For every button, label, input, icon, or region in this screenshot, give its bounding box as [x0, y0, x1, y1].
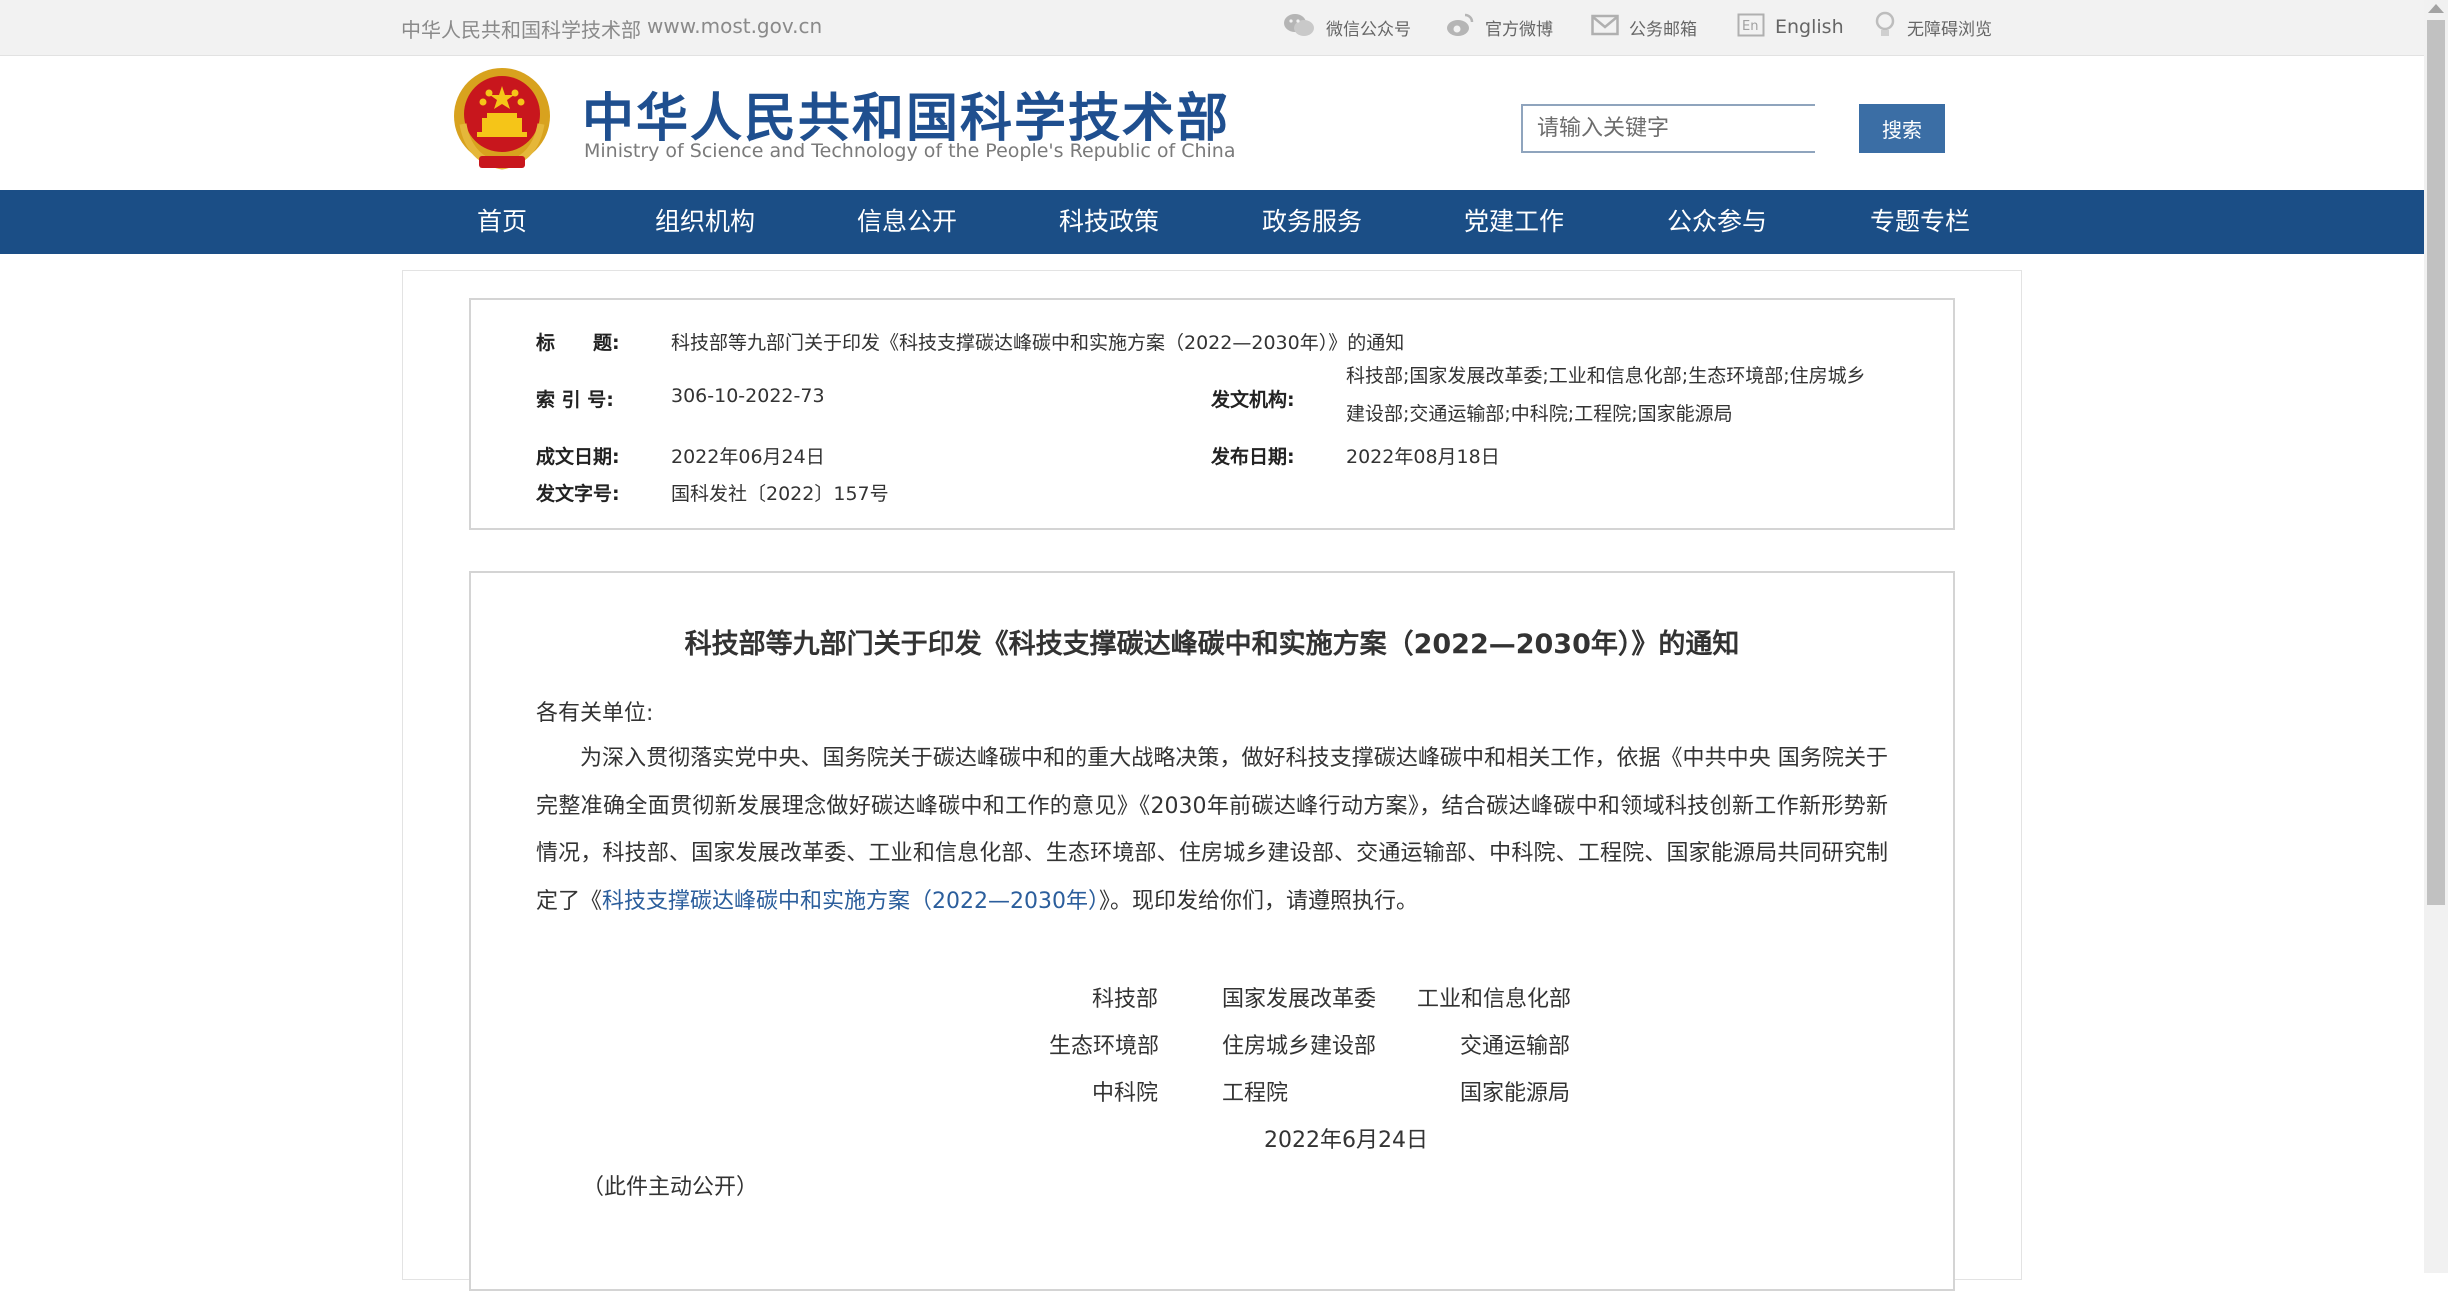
signatory: 住房城乡建设部 [1222, 1034, 1377, 1059]
nav-item-organization[interactable]: 组织机构 [645, 190, 765, 254]
meta-issuer-label: 发文机构: [1211, 389, 1295, 411]
site-url[interactable]: www.most.gov.cn [647, 14, 822, 38]
wechat-label: 微信公众号 [1326, 19, 1411, 40]
meta-title-value: 科技部等九部门关于印发《科技支撑碳达峰碳中和实施方案（2022—2030年）》的… [671, 332, 1405, 354]
english-link[interactable]: En English [1737, 12, 1844, 42]
nav-item-special-topics[interactable]: 专题专栏 [1860, 190, 1980, 254]
body-text-after-link: 》。现印发给你们，请遵照执行。 [1099, 888, 1419, 914]
meta-index-label: 索 引 号: [536, 389, 614, 411]
weibo-label: 官方微博 [1485, 19, 1553, 40]
search-button[interactable]: 搜索 [1859, 104, 1945, 153]
document-body-paragraph: 为深入贯彻落实党中央、国务院关于碳达峰碳中和的重大战略决策，做好科技支撑碳达峰碳… [536, 735, 1888, 925]
signatory: 工业和信息化部 [1417, 987, 1572, 1012]
svg-text:En: En [1742, 19, 1758, 34]
disclosure-note: （此件主动公开） [582, 1175, 759, 1200]
signatory: 科技部 [1092, 987, 1159, 1012]
meta-created-label: 成文日期: [536, 446, 620, 468]
meta-created-value: 2022年06月24日 [671, 446, 825, 468]
english-icon: En [1737, 13, 1775, 42]
site-header: 中华人民共和国科学技术部 Ministry of Science and Tec… [0, 56, 2424, 190]
mail-icon [1591, 14, 1629, 41]
signatory: 国家发展改革委 [1222, 987, 1377, 1012]
meta-docno-value: 国科发社〔2022〕157号 [671, 483, 889, 505]
meta-published-value: 2022年08月18日 [1346, 446, 1500, 468]
meta-title-label: 标 题: [536, 332, 620, 354]
plan-document-link[interactable]: 科技支撑碳达峰碳中和实施方案（2022—2030年） [602, 889, 1099, 914]
nav-item-party-building[interactable]: 党建工作 [1454, 190, 1574, 254]
document-title: 科技部等九部门关于印发《科技支撑碳达峰碳中和实施方案（2022—2030年）》的… [684, 629, 1740, 660]
national-emblem-logo[interactable] [449, 64, 555, 178]
signatory: 中科院 [1092, 1081, 1159, 1106]
document-date: 2022年6月24日 [1264, 1128, 1428, 1153]
nav-item-policy[interactable]: 科技政策 [1049, 190, 1169, 254]
weibo-link[interactable]: 官方微博 [1445, 12, 1553, 42]
signatory: 工程院 [1222, 1081, 1289, 1106]
signatory: 生态环境部 [1049, 1034, 1160, 1059]
search-input[interactable] [1521, 104, 1815, 153]
main-nav: 首页 组织机构 信息公开 科技政策 政务服务 党建工作 公众参与 专题专栏 [0, 190, 2424, 254]
signatory: 交通运输部 [1460, 1034, 1571, 1059]
ministry-name-en: Ministry of Science and Technology of th… [584, 140, 1236, 162]
site-name: 中华人民共和国科学技术部 [401, 18, 641, 42]
scroll-up-arrow-icon[interactable] [2428, 4, 2444, 13]
mail-link[interactable]: 公务邮箱 [1591, 12, 1697, 42]
wechat-icon [1282, 12, 1326, 43]
accessibility-icon [1873, 11, 1907, 44]
wechat-link[interactable]: 微信公众号 [1282, 12, 1411, 42]
top-utility-bar: 中华人民共和国科学技术部 www.most.gov.cn 微信公众号 官方微博 … [0, 0, 2424, 56]
nav-item-services[interactable]: 政务服务 [1252, 190, 1372, 254]
meta-issuer-value: 科技部;国家发展改革委;工业和信息化部;生态环境部;住房城乡建设部;交通运输部;… [1346, 365, 1866, 425]
accessibility-label: 无障碍浏览 [1907, 19, 1992, 40]
scrollbar-thumb[interactable] [2427, 20, 2445, 905]
nav-item-home[interactable]: 首页 [442, 190, 562, 254]
meta-published-label: 发布日期: [1211, 446, 1295, 468]
signatory: 国家能源局 [1460, 1081, 1571, 1106]
meta-index-value: 306-10-2022-73 [671, 385, 825, 407]
nav-item-public-participation[interactable]: 公众参与 [1657, 190, 1777, 254]
accessibility-link[interactable]: 无障碍浏览 [1873, 11, 1992, 44]
mail-label: 公务邮箱 [1629, 19, 1697, 40]
meta-docno-label: 发文字号: [536, 483, 620, 505]
document-salutation: 各有关单位: [536, 701, 654, 726]
english-label: English [1775, 16, 1844, 38]
weibo-icon [1445, 12, 1485, 43]
nav-item-information-disclosure[interactable]: 信息公开 [847, 190, 967, 254]
